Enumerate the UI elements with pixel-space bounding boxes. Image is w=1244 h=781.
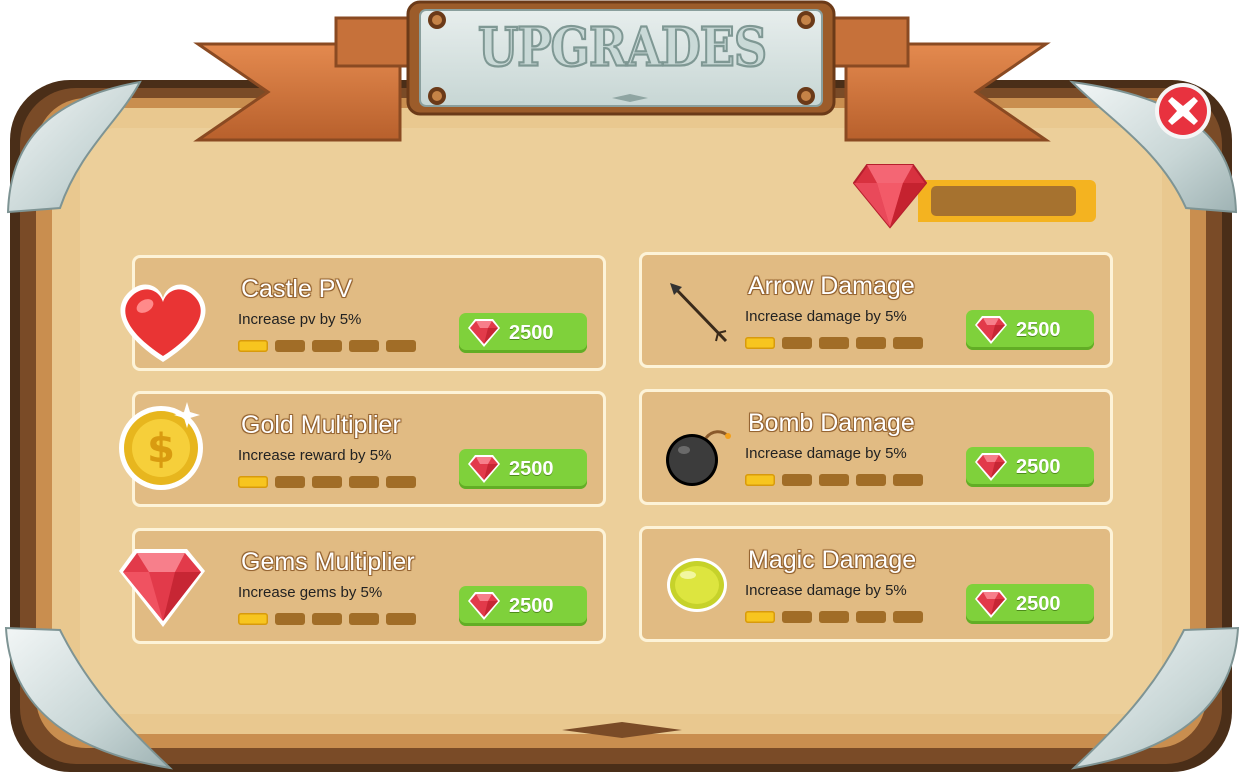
- upgrade-description: Increase damage by 5%: [745, 445, 907, 462]
- level-segment: [893, 611, 923, 623]
- level-segment: [782, 337, 812, 349]
- upgrade-description: Increase damage by 5%: [745, 582, 907, 599]
- level-segment: [386, 340, 416, 352]
- upgrade-description: Increase gems by 5%: [238, 584, 383, 601]
- buy-upgrade-button[interactable]: 2500: [459, 313, 587, 353]
- arrow-icon: [666, 281, 736, 356]
- close-icon: [1155, 83, 1211, 139]
- level-segment: [312, 340, 342, 352]
- level-segment: [349, 340, 379, 352]
- level-segment: [856, 611, 886, 623]
- buy-upgrade-button[interactable]: 2500: [966, 310, 1094, 350]
- level-segment: [238, 340, 268, 352]
- upgrade-level-bar: [238, 340, 418, 352]
- upgrade-title: Castle PV: [241, 275, 353, 303]
- gem-icon: [975, 316, 1007, 344]
- level-segment: [856, 474, 886, 486]
- upgrade-card: Arrow Damage Increase damage by 5% 2500: [639, 252, 1113, 368]
- gem-icon: [975, 590, 1007, 618]
- bomb-icon: [662, 426, 738, 493]
- upgrade-title: Gold Multiplier: [241, 411, 401, 439]
- gem-icon: [117, 545, 209, 636]
- svg-text:$: $: [147, 426, 175, 472]
- level-segment: [745, 611, 775, 623]
- upgrade-title: Magic Damage: [748, 546, 917, 574]
- currency-display: [918, 180, 1096, 222]
- level-segment: [856, 337, 886, 349]
- upgrade-price: 2500: [1016, 319, 1061, 341]
- level-segment: [819, 474, 849, 486]
- upgrade-title: Gems Multiplier: [241, 548, 415, 576]
- buy-upgrade-button[interactable]: 2500: [966, 447, 1094, 487]
- upgrade-title: Arrow Damage: [748, 272, 915, 300]
- level-segment: [893, 474, 923, 486]
- magic-orb-icon: [664, 555, 730, 620]
- level-segment: [275, 340, 305, 352]
- upgrade-description: Increase pv by 5%: [238, 311, 362, 328]
- upgrade-card: Bomb Damage Increase damage by 5% 2500: [639, 389, 1113, 505]
- buy-upgrade-button[interactable]: 2500: [459, 449, 587, 489]
- level-segment: [745, 337, 775, 349]
- gem-icon: [975, 453, 1007, 481]
- upgrade-card: $ Gold Multiplier Increase reward by 5% …: [119, 391, 606, 507]
- level-segment: [782, 611, 812, 623]
- upgrade-description: Increase reward by 5%: [238, 447, 392, 464]
- level-segment: [349, 613, 379, 625]
- level-segment: [386, 613, 416, 625]
- upgrade-description: Increase damage by 5%: [745, 308, 907, 325]
- upgrade-level-bar: [745, 337, 925, 349]
- buy-upgrade-button[interactable]: 2500: [459, 586, 587, 626]
- level-segment: [819, 337, 849, 349]
- level-segment: [312, 476, 342, 488]
- level-segment: [893, 337, 923, 349]
- upgrade-level-bar: [238, 613, 418, 625]
- level-segment: [819, 611, 849, 623]
- gem-icon: [468, 455, 500, 483]
- upgrade-price: 2500: [1016, 593, 1061, 615]
- close-button[interactable]: [1154, 82, 1212, 140]
- upgrade-price: 2500: [509, 595, 554, 617]
- upgrade-card: Magic Damage Increase damage by 5% 2500: [639, 526, 1113, 642]
- upgrade-level-bar: [745, 611, 925, 623]
- level-segment: [275, 613, 305, 625]
- upgrade-card: Castle PV Increase pv by 5% 2500: [120, 255, 606, 371]
- gem-icon: [468, 319, 500, 347]
- gold-coin-icon: $: [117, 396, 213, 497]
- upgrade-price: 2500: [509, 322, 554, 344]
- upgrade-level-bar: [238, 476, 418, 488]
- upgrade-level-bar: [745, 474, 925, 486]
- level-segment: [238, 613, 268, 625]
- buy-upgrade-button[interactable]: 2500: [966, 584, 1094, 624]
- upgrade-price: 2500: [509, 458, 554, 480]
- upgrade-price: 2500: [1016, 456, 1061, 478]
- gem-icon: [853, 164, 927, 229]
- level-segment: [275, 476, 305, 488]
- page-title: UPGRADES: [477, 15, 768, 79]
- heart-icon: [115, 276, 211, 373]
- level-segment: [238, 476, 268, 488]
- level-segment: [349, 476, 379, 488]
- currency-field: [931, 186, 1076, 216]
- gem-icon: [468, 592, 500, 620]
- level-segment: [745, 474, 775, 486]
- level-segment: [312, 613, 342, 625]
- upgrade-title: Bomb Damage: [748, 409, 915, 437]
- level-segment: [782, 474, 812, 486]
- upgrade-card: Gems Multiplier Increase gems by 5% 2500: [119, 528, 606, 644]
- level-segment: [386, 476, 416, 488]
